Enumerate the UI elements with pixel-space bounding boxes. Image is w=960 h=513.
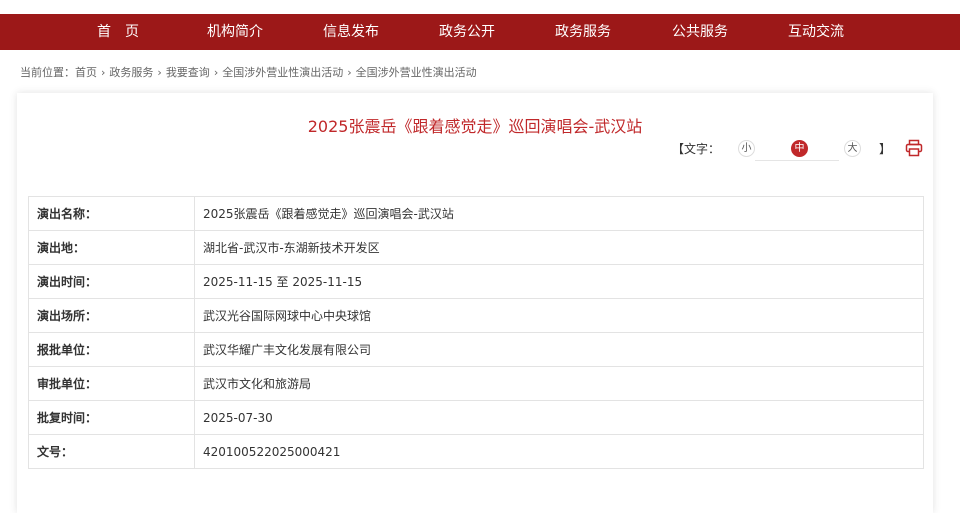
breadcrumb-item[interactable]: 政务服务: [109, 66, 153, 79]
table-row: 演出时间： 2025-11-15 至 2025-11-15: [28, 264, 924, 299]
nav-public-affairs[interactable]: 政务公开: [439, 14, 495, 50]
font-label-close: 】: [878, 141, 891, 156]
breadcrumb-sep: ›: [347, 66, 352, 79]
table-row: 演出场所： 武汉光谷国际网球中心中央球馆: [28, 298, 924, 333]
nav-gov-services[interactable]: 政务服务: [555, 14, 611, 50]
row-value: 武汉市文化和旅游局: [194, 366, 924, 401]
row-label: 文号：: [28, 434, 195, 469]
font-control-underline: [754, 160, 839, 161]
row-value: 2025张震岳《跟着感觉走》巡回演唱会-武汉站: [194, 196, 924, 231]
row-label: 演出场所：: [28, 298, 195, 333]
row-value: 420100522025000421: [194, 434, 924, 469]
main-nav: 首 页 机构简介 信息发布 政务公开 政务服务 公共服务 互动交流: [0, 14, 960, 50]
breadcrumb-sep: ›: [213, 66, 219, 79]
row-label: 审批单位：: [28, 366, 195, 401]
row-value: 湖北省-武汉市-东湖新技术开发区: [194, 230, 924, 265]
font-large-button[interactable]: 大: [843, 139, 861, 157]
row-label: 批复时间：: [28, 400, 195, 435]
nav-about[interactable]: 机构简介: [207, 14, 263, 50]
table-row: 演出名称： 2025张震岳《跟着感觉走》巡回演唱会-武汉站: [28, 196, 924, 231]
font-label: 【文字：: [671, 141, 720, 156]
row-value: 2025-07-30: [194, 400, 924, 435]
breadcrumb-item[interactable]: 我要查询: [166, 66, 210, 79]
table-row: 文号： 420100522025000421: [28, 434, 924, 469]
table-row: 审批单位： 武汉市文化和旅游局: [28, 366, 924, 401]
nav-interaction[interactable]: 互动交流: [788, 14, 844, 50]
table-row: 演出地： 湖北省-武汉市-东湖新技术开发区: [28, 230, 924, 265]
detail-table: 演出名称： 2025张震岳《跟着感觉走》巡回演唱会-武汉站 演出地： 湖北省-武汉市…: [28, 196, 924, 469]
row-label: 演出时间：: [28, 264, 195, 299]
row-value: 2025-11-15 至 2025-11-15: [194, 264, 924, 299]
row-value: 武汉华耀广丰文化发展有限公司: [194, 332, 924, 367]
breadcrumb-item[interactable]: 全国涉外营业性演出活动: [356, 66, 477, 79]
page-title: 2025张震岳《跟着感觉走》巡回演唱会-武汉站: [307, 117, 643, 136]
breadcrumb-sep: ›: [157, 66, 162, 79]
nav-home[interactable]: 首 页: [97, 14, 139, 50]
table-row: 报批单位： 武汉华耀广丰文化发展有限公司: [28, 332, 924, 367]
nav-public-services[interactable]: 公共服务: [672, 14, 728, 50]
breadcrumb-label: 当前位置：: [20, 66, 75, 79]
breadcrumb: 当前位置：首页 › 政务服务 › 我要查询 › 全国涉外营业性演出活动 › 全国涉外营业性演出活…: [20, 64, 477, 80]
breadcrumb-item[interactable]: 全国涉外营业性演出活动: [222, 66, 343, 79]
row-label: 演出名称：: [28, 196, 195, 231]
printer-icon[interactable]: [905, 139, 923, 157]
font-size-control: 【文字： 小 中 大 】: [671, 139, 923, 161]
table-row: 批复时间： 2025-07-30: [28, 400, 924, 435]
font-small-button[interactable]: 小: [737, 139, 755, 157]
nav-news[interactable]: 信息发布: [323, 14, 379, 50]
breadcrumb-sep: ›: [101, 66, 106, 79]
row-label: 演出地：: [28, 230, 195, 265]
font-medium-button[interactable]: 中: [790, 139, 808, 157]
row-label: 报批单位：: [28, 332, 195, 367]
row-value: 武汉光谷国际网球中心中央球馆: [194, 298, 924, 333]
breadcrumb-item[interactable]: 首页: [75, 66, 97, 79]
detail-card: 2025张震岳《跟着感觉走》巡回演唱会-武汉站 【文字： 小 中 大 】 演出名…: [17, 93, 933, 513]
